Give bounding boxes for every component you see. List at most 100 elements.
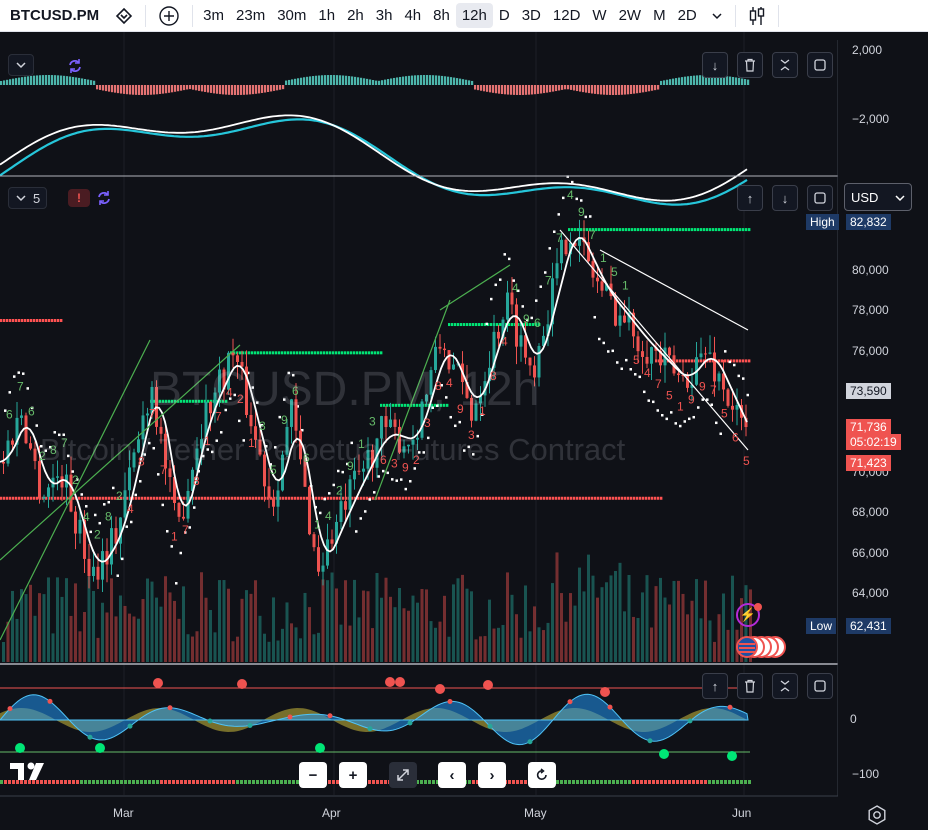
resistance-level [676,359,679,363]
volume-bar [533,606,536,662]
support-level [475,323,478,327]
volume-bar [272,597,275,662]
resistance-level [549,496,552,500]
symbol-name[interactable]: BTCUSD.PM [0,7,107,24]
timeframe-23m[interactable]: 23m [230,3,271,28]
error-badge[interactable]: ! [68,189,90,207]
volume-bar [416,602,419,662]
resistance-level [492,496,495,500]
add-compare-icon[interactable] [150,5,188,27]
timeframe-M[interactable]: M [647,3,672,28]
scroll-right-button[interactable]: › [478,762,506,788]
signal-strip [660,782,663,784]
signal-strip [644,782,647,784]
timeframe-2W[interactable]: 2W [613,3,648,28]
collapse-pane-button[interactable] [772,673,798,699]
volume-bar [488,599,491,662]
timeframe-3D[interactable]: 3D [516,3,547,28]
top-pane-legend[interactable] [8,54,34,76]
chevron-down-icon[interactable] [15,58,27,73]
maximize-pane-button[interactable] [807,185,833,211]
signal-strip [80,782,83,784]
resistance-level [480,496,483,500]
sar-dot [521,305,524,308]
reset-scale-button[interactable] [389,762,417,788]
volume-bar [245,590,248,662]
volume-bar [573,605,577,662]
signal-strip [292,780,295,782]
timeframe-4h[interactable]: 4h [398,3,427,28]
scroll-left-button[interactable]: ‹ [438,762,466,788]
timeframe-2D[interactable]: 2D [672,3,703,28]
histogram-bar [435,75,438,85]
count-label: 4 [567,188,574,202]
resistance-level [462,496,465,500]
histogram-bar [690,75,693,85]
timeframe-3h[interactable]: 3h [370,3,399,28]
volume-bar [137,618,140,662]
gear-icon[interactable] [866,804,888,826]
timeframe-12D[interactable]: 12D [547,3,587,28]
candle-style-icon[interactable] [740,5,774,27]
diamond-icon[interactable] [107,7,141,25]
candle-body [735,405,739,410]
bottom-oscillator-pane [0,677,751,784]
histogram-bar [453,77,456,85]
count-label: 9 [688,393,695,407]
move-pane-down-button[interactable]: ↓ [702,52,728,78]
histogram-bar [348,76,351,85]
sar-dot [359,517,362,520]
timeframe-12h[interactable]: 12h [455,3,493,28]
histogram-bar [684,76,687,85]
count-label: 7 [545,274,552,288]
sync-icon[interactable] [95,189,113,212]
resistance-level [168,496,171,500]
maximize-pane-button[interactable] [807,673,833,699]
timeframe-1h[interactable]: 1h [312,3,341,28]
histogram-bar [57,75,60,85]
sync-icon[interactable] [66,57,84,80]
resistance-level [237,496,240,500]
move-pane-down-button[interactable]: ↓ [772,185,798,211]
candle-body [33,448,37,462]
delete-pane-button[interactable] [737,52,763,78]
resistance-level [213,496,216,500]
timeframe-D[interactable]: D [493,3,516,28]
chart-canvas[interactable]: 6762 8 72428248771 78174 21359661429136 3 9238… [0,32,928,830]
signal-strip [252,782,255,784]
histogram-bar [276,85,279,91]
chevron-down-icon[interactable] [703,11,731,21]
economic-events-icon[interactable] [735,635,789,659]
timeframe-W[interactable]: W [586,3,612,28]
support-level [715,228,718,232]
resistance-level [201,496,204,500]
timeframe-8h[interactable]: 8h [427,3,456,28]
zoom-in-button[interactable]: + [339,762,367,788]
currency-select[interactable]: USD [844,183,912,211]
signal-strip [240,782,243,784]
histogram-bar [633,85,636,94]
histogram-bar [561,85,564,90]
zoom-out-button[interactable]: − [299,762,327,788]
resistance-level [30,319,33,322]
resistance-level [465,496,468,500]
signal-strip [108,780,111,782]
tradingview-logo[interactable] [10,760,52,787]
move-pane-up-button[interactable]: ↑ [737,185,763,211]
support-level [380,351,383,355]
time-axis-label: May [524,806,547,820]
resistance-level [111,496,114,500]
reset-chart-button[interactable] [528,762,556,788]
delete-pane-button[interactable] [737,673,763,699]
timeframe-2h[interactable]: 2h [341,3,370,28]
timeframe-3m[interactable]: 3m [197,3,230,28]
move-pane-up-button[interactable]: ↑ [702,673,728,699]
support-level [676,228,679,232]
resistance-level [657,496,660,500]
sar-dot [22,372,25,375]
maximize-pane-button[interactable] [807,52,833,78]
histogram-bar [432,75,435,85]
collapse-pane-button[interactable] [772,52,798,78]
timeframe-30m[interactable]: 30m [271,3,312,28]
main-pane-legend[interactable]: 5 [8,187,48,209]
